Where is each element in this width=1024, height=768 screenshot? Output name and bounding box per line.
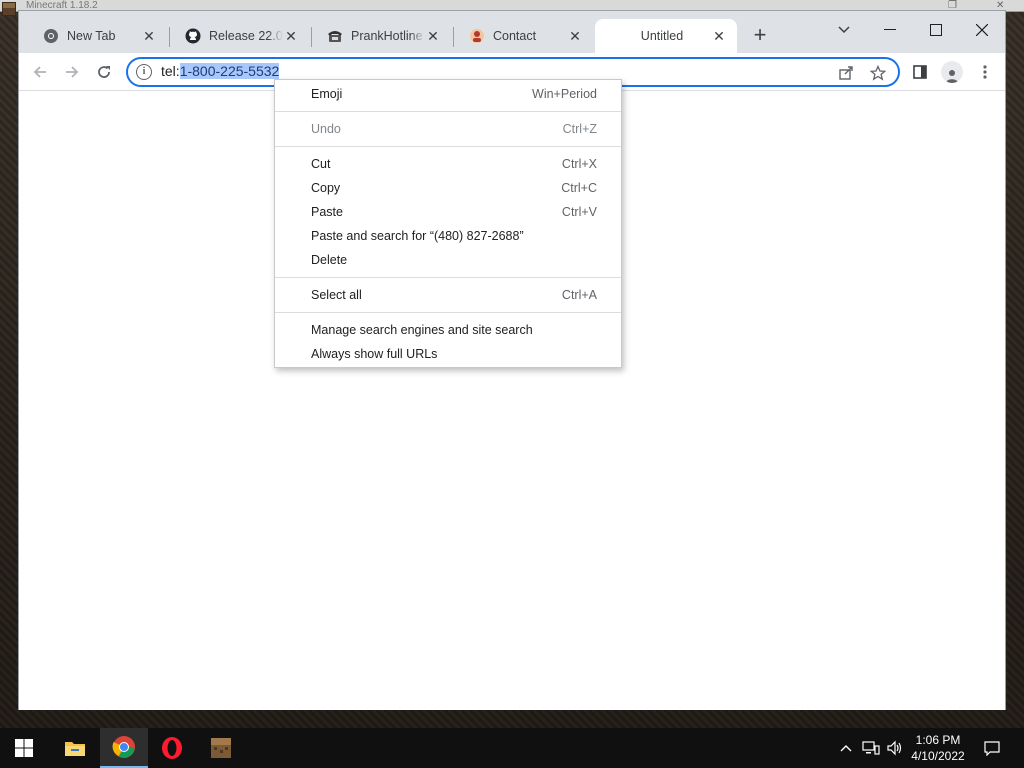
- tab-release[interactable]: Release 22.0.1 ✕: [167, 19, 309, 53]
- taskbar-chrome[interactable]: [100, 728, 148, 768]
- menu-item-label: Copy: [311, 181, 341, 195]
- start-icon: [15, 739, 33, 757]
- minimize-icon: [884, 29, 896, 30]
- menu-separator: [275, 277, 621, 278]
- bookmark-star-icon[interactable]: [868, 63, 888, 83]
- side-panel-icon: [913, 65, 927, 79]
- github-icon: [185, 28, 201, 44]
- close-tab-icon[interactable]: ✕: [141, 28, 157, 44]
- file-explorer-icon: [65, 742, 85, 756]
- new-tab-button[interactable]: +: [749, 24, 771, 47]
- share-icon[interactable]: [836, 63, 856, 83]
- menu-item-shortcut: Win+Period: [532, 87, 597, 101]
- menu-item-paste-and-search[interactable]: Paste and search for “(480) 827-2688”: [275, 224, 621, 248]
- menu-separator: [275, 146, 621, 147]
- menu-item-always-show-full-urls[interactable]: Always show full URLs: [275, 342, 621, 366]
- close-window-button[interactable]: [959, 15, 1005, 45]
- url-scheme: tel:: [161, 63, 180, 79]
- menu-item-label: Undo: [311, 122, 341, 136]
- opera-icon: [162, 737, 182, 759]
- menu-item-label: Paste: [311, 205, 343, 219]
- side-panel-button[interactable]: [907, 59, 933, 85]
- menu-item-label: Select all: [311, 288, 362, 302]
- chrome-icon: [43, 28, 59, 44]
- maximize-button[interactable]: [913, 15, 959, 45]
- reload-button[interactable]: [91, 59, 117, 85]
- tab-prankhotline[interactable]: PrankHotline - ✕: [309, 19, 451, 53]
- tab-new-tab[interactable]: New Tab ✕: [25, 19, 167, 53]
- menu-item-paste[interactable]: Paste Ctrl+V: [275, 200, 621, 224]
- taskbar-clock[interactable]: 1:06 PM 4/10/2022: [902, 732, 974, 764]
- taskbar-minecraft[interactable]: [197, 728, 245, 768]
- kebab-menu-icon: [983, 65, 987, 79]
- menu-item-label: Paste and search for “(480) 827-2688”: [311, 229, 524, 243]
- minimize-button[interactable]: [867, 15, 913, 45]
- tab-label: New Tab: [67, 29, 116, 43]
- menu-separator: [275, 111, 621, 112]
- menu-item-cut[interactable]: Cut Ctrl+X: [275, 152, 621, 176]
- close-tab-icon[interactable]: ✕: [283, 28, 299, 44]
- taskbar-file-explorer[interactable]: [51, 728, 99, 768]
- menu-item-manage-search-engines[interactable]: Manage search engines and site search: [275, 318, 621, 342]
- tab-label: PrankHotline -: [351, 29, 425, 43]
- menu-separator: [275, 312, 621, 313]
- menu-item-label: Emoji: [311, 87, 343, 101]
- menu-item-label: Always show full URLs: [311, 347, 438, 361]
- close-tab-icon[interactable]: ✕: [425, 28, 441, 44]
- taskbar-opera[interactable]: [148, 728, 196, 768]
- url-selected-text: 1-800-225-5532: [179, 63, 280, 79]
- tab-search-button[interactable]: [821, 15, 867, 45]
- address-text[interactable]: tel:1-800-225-5532: [161, 63, 280, 79]
- menu-item-delete[interactable]: Delete: [275, 248, 621, 272]
- contact-icon: [469, 28, 485, 44]
- forward-arrow-icon: [66, 66, 79, 78]
- close-tab-icon[interactable]: ✕: [711, 28, 727, 44]
- clock-time: 1:06 PM: [915, 733, 961, 747]
- maximize-icon: [930, 24, 942, 36]
- menu-item-select-all[interactable]: Select all Ctrl+A: [275, 283, 621, 307]
- start-button[interactable]: [0, 728, 48, 768]
- menu-item-label: Manage search engines and site search: [311, 323, 533, 337]
- back-arrow-icon: [33, 66, 46, 78]
- chevron-down-icon: [838, 26, 850, 34]
- clock-date: 4/10/2022: [911, 749, 965, 763]
- network-icon: [862, 741, 880, 755]
- menu-item-shortcut: Ctrl+X: [561, 157, 597, 171]
- menu-item-label: Delete: [311, 253, 348, 267]
- site-info-icon[interactable]: i: [136, 64, 152, 80]
- avatar-icon: [941, 61, 963, 83]
- menu-button[interactable]: [972, 59, 998, 85]
- close-tab-icon[interactable]: ✕: [567, 28, 583, 44]
- tab-strip: New Tab ✕ Release 22.0.1 ✕ PrankHotline …: [19, 11, 1005, 53]
- menu-item-emoji[interactable]: Emoji Win+Period: [275, 82, 621, 106]
- notification-button[interactable]: [980, 728, 1004, 768]
- tab-label: Untitled: [640, 29, 684, 43]
- menu-item-shortcut: Ctrl+A: [561, 288, 597, 302]
- back-button[interactable]: [27, 59, 53, 85]
- tab-label: Release 22.0.1: [209, 29, 283, 43]
- menu-item-copy[interactable]: Copy Ctrl+C: [275, 176, 621, 200]
- menu-item-label: Cut: [311, 157, 331, 171]
- tab-label: Contact: [493, 29, 537, 43]
- forward-button[interactable]: [59, 59, 85, 85]
- tray-overflow-button[interactable]: [836, 728, 856, 768]
- minecraft-icon: [211, 738, 231, 758]
- taskbar: 1:06 PM 4/10/2022: [0, 728, 1024, 768]
- minecraft-icon: [2, 2, 16, 16]
- network-button[interactable]: [860, 728, 882, 768]
- reload-icon: [98, 66, 110, 78]
- notification-icon: [984, 741, 1000, 756]
- chevron-up-icon: [840, 745, 852, 752]
- menu-item-undo[interactable]: Undo Ctrl+Z: [275, 117, 621, 141]
- menu-item-shortcut: Ctrl+Z: [562, 122, 597, 136]
- tab-untitled[interactable]: Untitled ✕: [595, 19, 737, 53]
- profile-button[interactable]: [939, 59, 965, 85]
- phone-icon: [327, 28, 343, 44]
- tab-contact[interactable]: Contact ✕: [451, 19, 593, 53]
- chrome-icon: [112, 736, 135, 758]
- close-icon: [976, 24, 988, 36]
- menu-item-shortcut: Ctrl+C: [561, 181, 597, 195]
- menu-item-shortcut: Ctrl+V: [561, 205, 597, 219]
- context-menu: Emoji Win+Period Undo Ctrl+Z Cut Ctrl+X Cop…: [274, 79, 622, 368]
